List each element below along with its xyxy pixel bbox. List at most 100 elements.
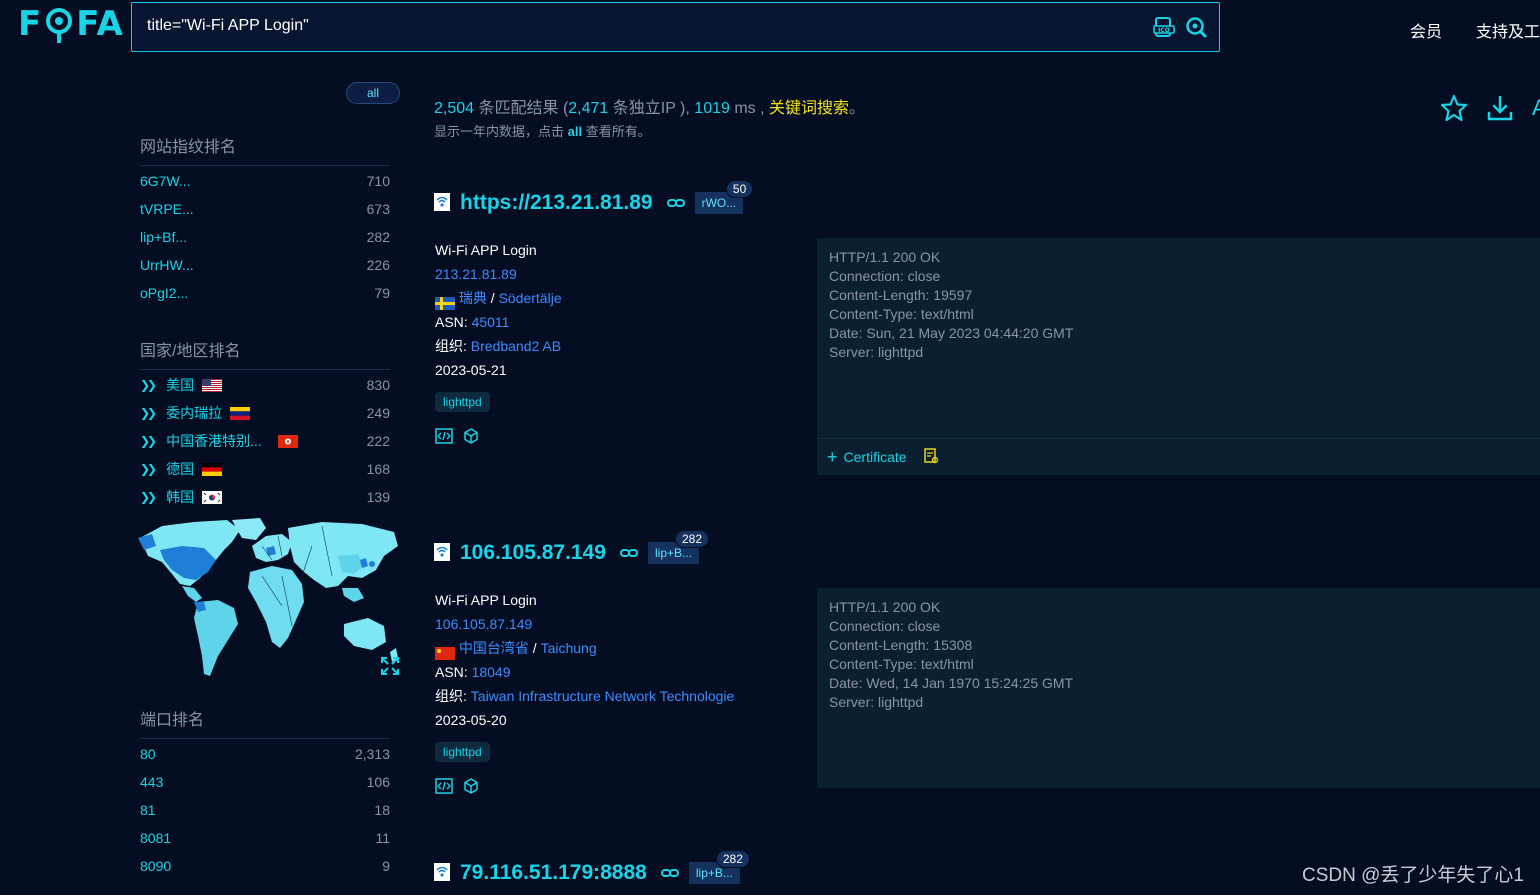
rank-name[interactable]: tVRPE... — [140, 201, 194, 217]
rank-name[interactable]: lip+Bf... — [140, 229, 187, 245]
rank-count: 226 — [366, 257, 390, 273]
country-entry[interactable]: ❯❯ 美国 — [140, 375, 223, 395]
org-link[interactable]: Taiwan Infrastructure Network Technologi… — [471, 688, 735, 704]
expand-chevron-icon[interactable]: ❯❯ — [140, 490, 157, 504]
host-link[interactable]: https://213.21.81.89 — [460, 191, 653, 215]
certificate-bar[interactable]: + Certificate — [817, 438, 1540, 475]
country-name[interactable]: 韩国 — [166, 487, 194, 507]
country-entry[interactable]: ❯❯ 德国 — [140, 459, 223, 479]
rank-row[interactable]: UrrHW... 226 — [140, 251, 390, 279]
city-link[interactable]: Södertälje — [499, 290, 562, 306]
result-header: https://213.21.81.89 rWO... 50 — [434, 180, 754, 215]
rank-row[interactable]: 8090 9 — [140, 852, 390, 880]
world-map[interactable] — [132, 516, 402, 681]
all-filter-button[interactable]: all — [346, 82, 400, 104]
fingerprint-tag[interactable]: rWO... 50 — [694, 180, 754, 214]
rank-row[interactable]: tVRPE... 673 — [140, 195, 390, 223]
country-name[interactable]: 中国香港特别... — [166, 431, 262, 451]
search-box[interactable]: title="Wi-Fi APP Login" ICO — [131, 2, 1220, 52]
country-entry[interactable]: ❯❯ 中国香港特别... — [140, 431, 298, 451]
result-date: 2023-05-20 — [435, 712, 507, 728]
download-icon[interactable] — [1486, 94, 1514, 125]
country-name[interactable]: 委内瑞拉 — [166, 403, 222, 423]
ip-link[interactable]: 213.21.81.89 — [435, 266, 517, 282]
nav-member[interactable]: 会员 — [1410, 18, 1442, 42]
rank-row[interactable]: 80 2,313 — [140, 740, 390, 768]
ip-count: 2,471 — [568, 100, 609, 117]
rank-name[interactable]: 443 — [140, 774, 163, 790]
rank-name[interactable]: UrrHW... — [140, 257, 194, 273]
wifi-site-icon — [434, 542, 450, 564]
country-entry[interactable]: ❯❯ 委内瑞拉 — [140, 403, 251, 423]
certificate-label[interactable]: Certificate — [844, 449, 907, 465]
country-link[interactable]: 中国台湾省 — [459, 640, 529, 656]
rank-row[interactable]: 443 106 — [140, 768, 390, 796]
rank-row[interactable]: oPgI2... 79 — [140, 279, 390, 307]
org-link[interactable]: Bredband2 AB — [471, 338, 561, 354]
country-entry[interactable]: ❯❯ 韩国 — [140, 487, 223, 507]
host-link[interactable]: 106.105.87.149 — [460, 541, 606, 565]
rank-count: 11 — [375, 830, 390, 846]
country-name[interactable]: 德国 — [166, 459, 194, 479]
divider — [140, 738, 390, 739]
api-icon[interactable]: A — [1532, 94, 1540, 125]
link-icon[interactable] — [619, 545, 638, 561]
expand-chevron-icon[interactable]: ❯❯ — [140, 434, 157, 448]
link-icon[interactable] — [660, 865, 679, 881]
city-link[interactable]: Taichung — [541, 640, 597, 656]
fingerprint-tag[interactable]: lip+B... 282 — [647, 530, 710, 564]
server-tag[interactable]: lighttpd — [435, 392, 490, 412]
expand-chevron-icon[interactable]: ❯❯ — [140, 378, 157, 392]
divider — [140, 369, 390, 370]
expand-icon[interactable] — [380, 656, 400, 679]
search-icon[interactable] — [1185, 16, 1207, 41]
fofa-logo[interactable]: F FA — [18, 4, 124, 44]
asn-link[interactable]: 45011 — [472, 314, 510, 330]
fingerprint-ranking: 网站指纹排名 6G7W... 710 tVRPE... 673 lip+Bf... 282… — [140, 133, 390, 307]
plus-icon[interactable]: + — [827, 447, 838, 468]
server-tag[interactable]: lighttpd — [435, 742, 490, 762]
rank-row[interactable]: lip+Bf... 282 — [140, 223, 390, 251]
country-name[interactable]: 美国 — [166, 375, 194, 395]
rank-name[interactable]: 6G7W... — [140, 173, 191, 189]
rank-name[interactable]: 80 — [140, 746, 156, 762]
rank-name[interactable]: 8081 — [140, 830, 171, 846]
link-icon[interactable] — [666, 195, 685, 211]
asn-link[interactable]: 18049 — [472, 664, 511, 680]
country-link[interactable]: 瑞典 — [459, 290, 487, 306]
tag-count-badge: 50 — [725, 180, 754, 198]
expand-chevron-icon[interactable]: ❯❯ — [140, 462, 157, 476]
code-icon[interactable] — [435, 428, 453, 447]
ip-link[interactable]: 106.105.87.149 — [435, 616, 532, 632]
response-panel: HTTP/1.1 200 OK Connection: close Conten… — [817, 238, 1540, 475]
country-row[interactable]: ❯❯ 德国 168 — [140, 455, 390, 483]
certificate-icon[interactable] — [923, 447, 939, 467]
rank-row[interactable]: 8081 11 — [140, 824, 390, 852]
divider — [140, 165, 390, 166]
show-all-link[interactable]: all — [568, 124, 582, 139]
rank-row[interactable]: 6G7W... 710 — [140, 167, 390, 195]
ico-search-icon[interactable]: ICO — [1153, 16, 1175, 41]
rank-name[interactable]: 8090 — [140, 858, 171, 874]
nav-support[interactable]: 支持及工 — [1476, 18, 1540, 42]
cube-icon[interactable] — [463, 778, 479, 797]
host-link[interactable]: 79.116.51.179:8888 — [460, 861, 647, 885]
rank-name[interactable]: oPgI2... — [140, 285, 188, 301]
rank-row[interactable]: 81 18 — [140, 796, 390, 824]
country-row[interactable]: ❯❯ 韩国 139 — [140, 483, 390, 511]
result-info: Wi-Fi APP Login 213.21.81.89 瑞典 / Södert… — [435, 238, 562, 447]
rank-count: 139 — [366, 489, 390, 505]
result-stats: 2,504 条匹配结果 (2,471 条独立IP ), 1019 ms , 关键… — [434, 100, 866, 117]
star-icon[interactable] — [1440, 94, 1468, 125]
search-input[interactable]: title="Wi-Fi APP Login" — [147, 17, 309, 35]
keyword-search-link[interactable]: 关键词搜索 — [769, 100, 849, 117]
country-row[interactable]: ❯❯ 委内瑞拉 249 — [140, 399, 390, 427]
code-icon[interactable] — [435, 778, 453, 797]
rank-name[interactable]: 81 — [140, 802, 156, 818]
country-row[interactable]: ❯❯ 中国香港特别... 222 — [140, 427, 390, 455]
result-header: 106.105.87.149 lip+B... 282 — [434, 530, 710, 565]
expand-chevron-icon[interactable]: ❯❯ — [140, 406, 157, 420]
cube-icon[interactable] — [463, 428, 479, 447]
fingerprint-tag[interactable]: lip+B... 282 — [688, 850, 750, 884]
country-row[interactable]: ❯❯ 美国 830 — [140, 371, 390, 399]
